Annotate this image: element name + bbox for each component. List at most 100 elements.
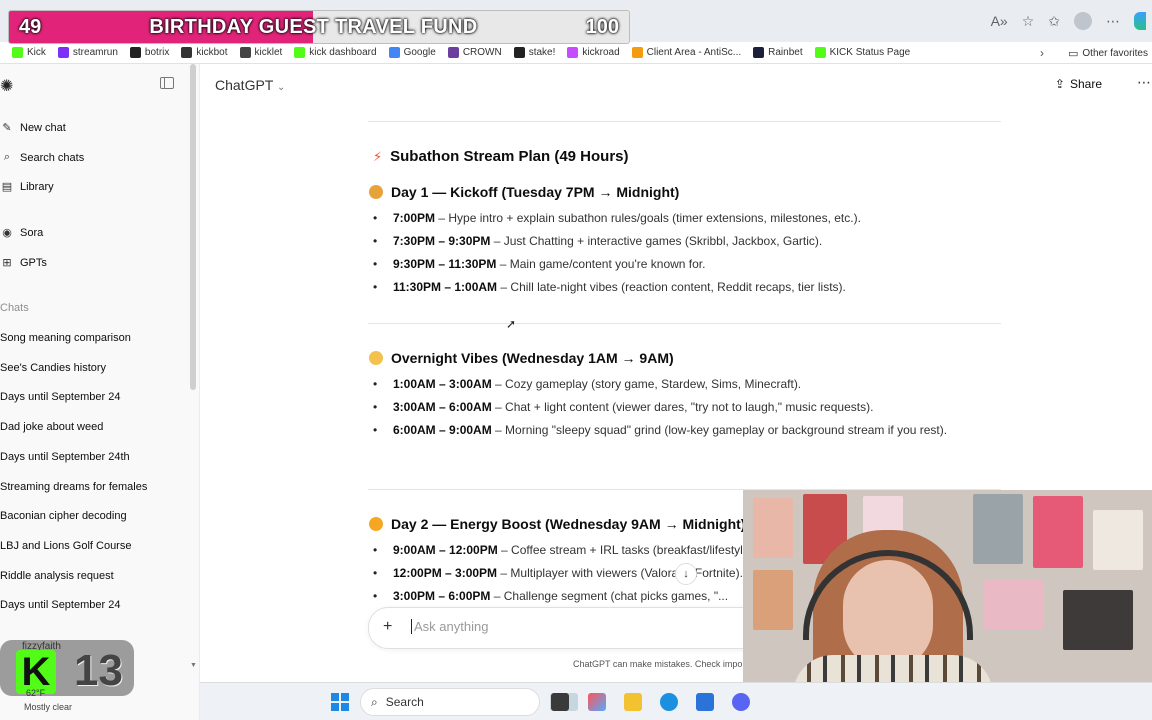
item-description: – Just Chatting + interactive games (Skr… [490,234,823,248]
taskbar-search[interactable]: ⌕ Search [360,688,540,716]
sidebar-chat-item[interactable]: Baconian cipher decoding [0,510,127,522]
windows-taskbar: ⌕ Search [200,682,1152,720]
wall-poster [1033,496,1083,568]
bookmark-favicon-icon [388,47,400,58]
model-selector[interactable]: ChatGPT ⌄ [215,77,285,93]
profile-avatar[interactable] [1074,12,1092,30]
scroll-down-arrow-icon[interactable]: ▼ [190,662,197,669]
bookmarks-bar: Kick streamrun botrix kickbot kicklet kick da… [0,42,1152,64]
plus-icon[interactable]: + [383,618,392,636]
read-aloud-icon[interactable]: A» [991,13,1008,29]
bookmark-favicon-icon [57,47,69,58]
copilot-app-icon[interactable] [588,693,606,711]
scroll-to-bottom-button[interactable]: ↓ [675,563,697,585]
time-range: 9:30PM – 11:30PM [393,257,497,271]
section-heading-day1: Day 1 — Kickoff (Tuesday 7PM → Midnight) [369,184,679,200]
time-range: 3:00AM – 6:00AM [393,400,492,414]
bookmark-item[interactable]: Client Area - AntiSc... [631,47,741,58]
bookmark-item[interactable]: kickroad [567,47,620,58]
bookmark-item[interactable]: kick dashboard [294,47,377,58]
item-description: – Challenge segment (chat picks games, "… [490,589,729,603]
lightning-icon: ⚡ [373,149,383,164]
divider [368,323,1001,324]
divider [368,121,1001,122]
share-button[interactable]: ⇪ Share [1055,77,1102,91]
favorite-star-icon[interactable]: ☆ [1022,13,1035,30]
toggle-sidebar-icon[interactable] [160,77,174,89]
sidebar-chat-item[interactable]: LBJ and Lions Golf Course [0,540,131,552]
time-range: 7:30PM – 9:30PM [393,234,491,248]
item-description: – Multiplayer with viewers (Valorant, Fo… [497,566,743,580]
browser-menu-icon[interactable]: ⋯ [1106,13,1120,30]
bookmark-favicon-icon [181,47,193,58]
bookmark-item[interactable]: kicklet [239,47,282,58]
sidebar-chat-item[interactable]: Riddle analysis request [0,570,114,582]
sun-icon [369,517,383,531]
gpts-grid-icon: ⊞ [2,257,12,269]
wall-poster [753,498,793,558]
list-item: 7:00PM – Hype intro + explain subathon r… [373,207,993,230]
sidebar-item-sora[interactable]: ◉ Sora [0,226,43,240]
bookmark-item[interactable]: stake! [513,47,555,58]
more-options-icon[interactable]: ⋯ [1137,74,1152,91]
favorites-icon[interactable]: ✩ [1048,13,1060,30]
sidebar-chat-item[interactable]: Dad joke about weed [0,421,103,433]
sidebar-item-gpts[interactable]: ⊞ GPTs [0,256,47,270]
item-description: – Coffee stream + IRL tasks (breakfast/l… [497,543,757,557]
section-heading-day2: Day 2 — Energy Boost (Wednesday 9AM → Mi… [369,516,745,532]
sidebar: ✺ ✎ New chat ⌕ Search chats ▤ Library ◉ … [0,64,200,720]
wall-poster [753,570,793,630]
bookmark-other-favorites[interactable]: ▭ Other favorites [1068,47,1148,60]
file-explorer-icon[interactable] [624,693,642,711]
chats-heading: Chats [0,302,29,314]
task-view-icon[interactable] [551,693,569,711]
bookmark-item[interactable]: Rainbet [753,47,803,58]
travel-fund-overlay: 49 BIRTHDAY GUEST TRAVEL FUND 100 [8,10,630,44]
bookmark-item[interactable]: botrix [129,47,169,58]
sidebar-scrollbar[interactable] [190,64,196,390]
store-icon[interactable] [696,693,714,711]
sidebar-chat-item[interactable]: Days until September 24 [0,599,120,611]
edge-icon[interactable] [660,693,678,711]
sidebar-item-search-chats[interactable]: ⌕ Search chats [0,151,84,164]
windows-start-icon[interactable] [331,693,349,711]
fund-current: 49 [19,15,42,38]
copilot-icon[interactable] [1134,12,1146,30]
wall-poster [973,494,1023,564]
time-range: 12:00PM – 3:00PM [393,566,498,580]
sidebar-chat-item[interactable]: Days until September 24 [0,391,120,403]
list-item: 3:00AM – 6:00AM – Chat + light content (… [373,396,993,419]
prompt-input[interactable] [411,619,711,634]
time-range: 3:00PM – 6:00PM [393,589,491,603]
new-chat-icon: ✎ [2,122,12,134]
bookmark-item[interactable]: streamrun [57,47,118,58]
item-description: – Main game/content you're known for. [496,257,706,271]
sidebar-chat-item[interactable]: See's Candies history [0,362,106,374]
sora-icon: ◉ [2,227,12,239]
sidebar-chat-item[interactable]: Song meaning comparison [0,332,131,344]
sidebar-item-library[interactable]: ▤ Library [0,180,54,194]
list-item: 7:30PM – 9:30PM – Just Chatting + intera… [373,230,993,253]
bookmarks-chevron-icon[interactable]: › [1040,46,1044,60]
openai-logo-icon[interactable]: ✺ [0,76,13,96]
mouse-cursor-icon: ➚ [506,317,517,331]
bookmark-favicon-icon [631,47,643,58]
sidebar-chat-item[interactable]: Days until September 24th [0,451,130,463]
discord-icon[interactable] [732,693,750,711]
list-item: 6:00AM – 9:00AM – Morning "sleepy squad"… [373,419,993,442]
bookmark-item[interactable]: KICK Status Page [814,47,910,58]
bookmark-item[interactable]: CROWN [447,47,502,58]
wall-poster [1063,590,1133,650]
bookmark-favicon-icon [294,47,306,58]
bookmark-favicon-icon [753,47,765,58]
sidebar-chat-item[interactable]: Streaming dreams for females [0,481,147,493]
bookmark-item[interactable]: kickbot [181,47,228,58]
bookmarks-right: › ▭ Other favorites [1040,42,1152,63]
sidebar-item-new-chat[interactable]: ✎ New chat [0,121,65,135]
bookmark-item[interactable]: Kick [12,47,46,58]
list-item: 1:00AM – 3:00AM – Cozy gameplay (story g… [373,373,993,396]
bookmark-favicon-icon [447,47,459,58]
bookmark-item[interactable]: Google [388,47,436,58]
share-icon: ⇪ [1054,77,1065,91]
list-item: 9:30PM – 11:30PM – Main game/content you… [373,253,993,276]
